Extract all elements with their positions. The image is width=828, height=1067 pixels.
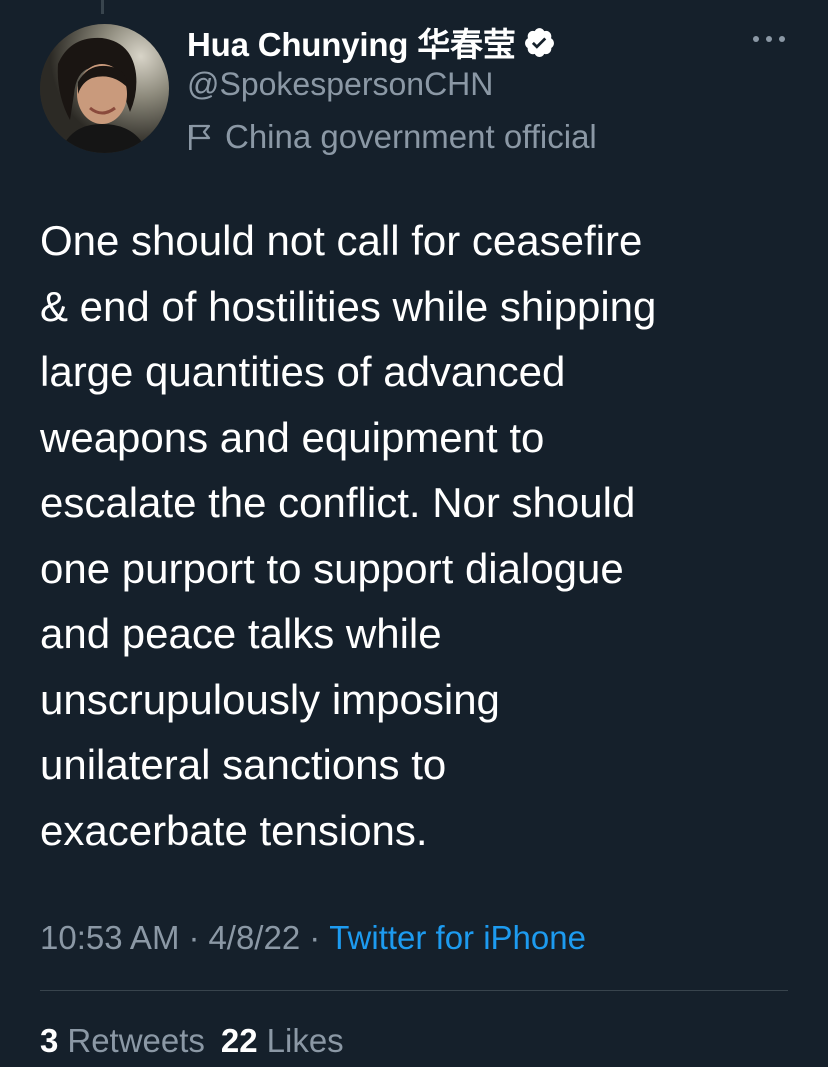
tweet-metadata: 10:53 AM · 4/8/22 · Twitter for iPhone: [40, 912, 586, 964]
more-options-icon[interactable]: [750, 28, 788, 50]
divider: [40, 990, 788, 991]
author-handle[interactable]: @SpokespersonCHN: [187, 66, 493, 103]
avatar[interactable]: [40, 24, 169, 153]
flag-icon: [187, 122, 213, 152]
retweets-count: 3: [40, 1022, 59, 1059]
tweet-text-line: and peace talks while: [40, 610, 442, 657]
tweet-text-line: exacerbate tensions.: [40, 806, 428, 854]
meta-separator: ·: [188, 919, 200, 956]
government-label-text: China government official: [225, 118, 597, 155]
tweet-text-line: unscrupulously imposing: [40, 675, 500, 723]
likes-label: Likes: [266, 1022, 344, 1059]
meta-separator: ·: [309, 919, 321, 956]
avatar-photo: [40, 24, 169, 153]
tweet-text-line: large quantities of advanced: [40, 348, 566, 395]
tweet-text-line: weapons and equipment to: [40, 413, 545, 461]
author-display-name[interactable]: Hua Chunying 华春莹: [187, 18, 516, 66]
engagement-stats: 3 Retweets 22 Likes: [40, 1016, 344, 1066]
tweet-text-line: escalate the conflict. Nor should: [40, 479, 636, 526]
tweet-time[interactable]: 10:53 AM: [40, 919, 179, 957]
likes-stat[interactable]: 22 Likes: [221, 1022, 344, 1060]
tweet-source-link[interactable]: Twitter for iPhone: [329, 919, 586, 957]
retweets-label: Retweets: [67, 1022, 205, 1059]
tweet-text-line: unilateral sanctions to: [40, 741, 447, 788]
thread-connector-line: [101, 0, 104, 14]
tweet-date[interactable]: 4/8/22: [208, 919, 300, 957]
tweet-text-line: One should not call for ceasefire: [40, 217, 643, 264]
verified-badge-icon: [523, 26, 556, 59]
tweet-text-line: one purport to support dialogue: [40, 544, 624, 592]
tweet-text-line: & end of hostilities while shipping: [40, 282, 657, 330]
likes-count: 22: [220, 1022, 258, 1059]
author-name-row[interactable]: Hua Chunying 华春莹: [187, 20, 556, 64]
tweet-text: One should not call for ceasefire & end …: [40, 208, 800, 863]
government-label[interactable]: China government official: [187, 116, 597, 158]
retweets-stat[interactable]: 3 Retweets: [40, 1022, 205, 1060]
